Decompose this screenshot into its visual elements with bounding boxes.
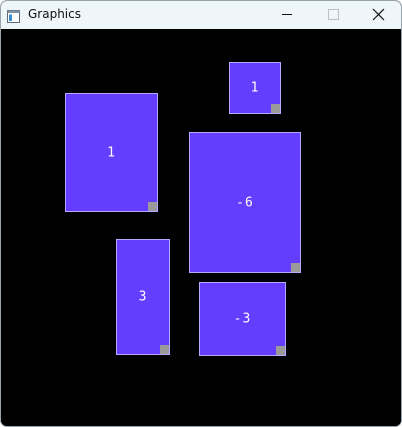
window-title: Graphics (28, 7, 81, 21)
resize-handle[interactable] (148, 202, 157, 211)
tile-label: 1 (107, 145, 116, 160)
title-bar[interactable]: Graphics (1, 1, 401, 29)
tile[interactable]: 1 (65, 93, 158, 212)
resize-handle[interactable] (291, 263, 300, 272)
tile[interactable]: -3 (199, 282, 286, 356)
tile[interactable]: -6 (189, 132, 301, 273)
tile[interactable]: 3 (116, 239, 170, 355)
close-button[interactable] (355, 1, 401, 29)
app-window-icon (7, 8, 20, 23)
close-icon (372, 8, 385, 21)
graphics-window: Graphics 1 1 -6 3 -3 (0, 0, 402, 427)
resize-handle[interactable] (271, 104, 280, 113)
tile-label: 1 (250, 80, 260, 96)
graphics-canvas[interactable]: 1 1 -6 3 -3 (1, 29, 401, 426)
tile-label: 3 (138, 289, 148, 305)
resize-handle[interactable] (160, 345, 169, 354)
tile[interactable]: 1 (229, 62, 281, 114)
tile-label: -3 (233, 311, 252, 327)
maximize-button[interactable] (310, 1, 356, 29)
tile-label: -6 (236, 195, 254, 210)
minimize-icon (282, 14, 292, 15)
minimize-button[interactable] (264, 1, 310, 29)
resize-handle[interactable] (276, 346, 285, 355)
maximize-icon (328, 9, 339, 20)
